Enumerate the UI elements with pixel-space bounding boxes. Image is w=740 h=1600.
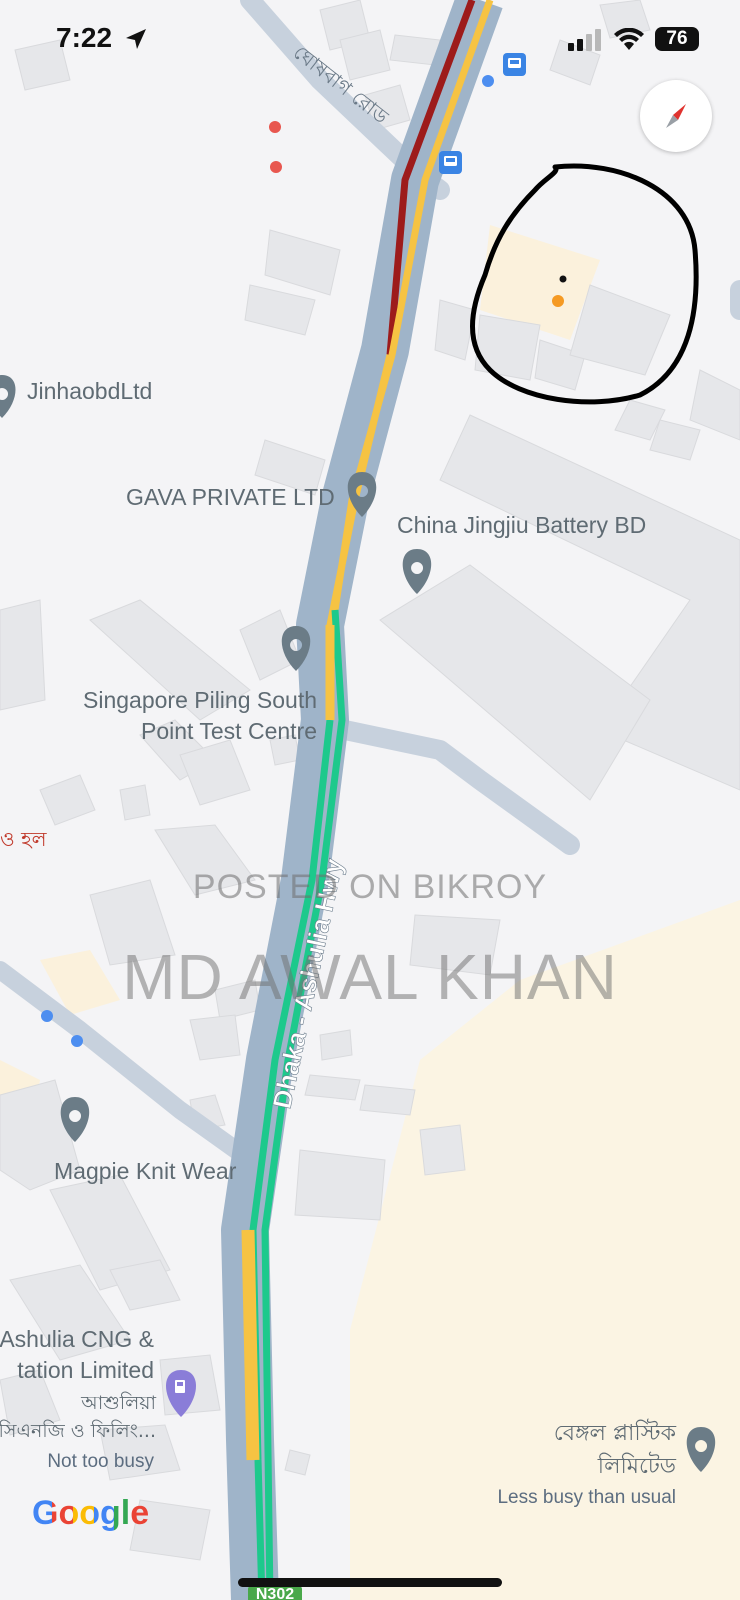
place-label-partial-hall: ও হল (0, 827, 47, 851)
marker-dot (559, 275, 567, 283)
home-indicator[interactable] (238, 1578, 502, 1587)
place-label-ashulia-bn-line1: আশুলিয়া (81, 1392, 156, 1414)
place-label-ashulia-cng-line1[interactable]: Ashulia CNG & (0, 1324, 154, 1355)
busyness-label-ashulia: Not too busy (47, 1451, 154, 1472)
compass-icon (666, 104, 686, 128)
bus-stop-icon[interactable] (439, 151, 462, 174)
status-time: 7:22 (56, 22, 113, 53)
wifi-icon (614, 28, 644, 50)
watermark-line1: POSTED ON BIKROY (192, 868, 548, 906)
place-label-magpie[interactable]: Magpie Knit Wear (54, 1156, 236, 1187)
compass-button[interactable] (640, 80, 712, 152)
busyness-label-bengal: Less busy than usual (497, 1487, 676, 1508)
marker-dot-orange (552, 295, 564, 307)
place-label-jinhaobd[interactable]: JinhaobdLtd (27, 376, 152, 407)
place-label-ashulia-cng-line2[interactable]: tation Limited (17, 1355, 154, 1386)
cellular-signal-icon (568, 29, 601, 51)
battery-icon: 76 (655, 27, 699, 51)
route-shield: N302 (248, 1586, 302, 1600)
watermark-line2: MD AWAL KHAN (122, 941, 618, 1013)
google-attribution-text: Google (32, 1494, 150, 1532)
place-label-singapore-line1[interactable]: Singapore Piling South (83, 685, 317, 716)
place-label-bengal-bn-line1[interactable]: বেঙ্গল প্লাস্টিক (554, 1418, 676, 1449)
location-arrow-icon (126, 29, 146, 49)
place-label-china-jingjiu[interactable]: China Jingjiu Battery BD (397, 510, 646, 541)
google-logo: Google (32, 1494, 149, 1533)
place-label-gava[interactable]: GAVA PRIVATE LTD (126, 482, 335, 513)
place-label-bengal-bn-line2[interactable]: লিমিটেড (598, 1451, 676, 1482)
place-label-singapore-line2[interactable]: Point Test Centre (141, 716, 317, 747)
place-label-ashulia-bn-line2: সিএনজি ও ফিলিং... (0, 1420, 156, 1442)
status-bar: 7:22 76 (0, 0, 740, 80)
